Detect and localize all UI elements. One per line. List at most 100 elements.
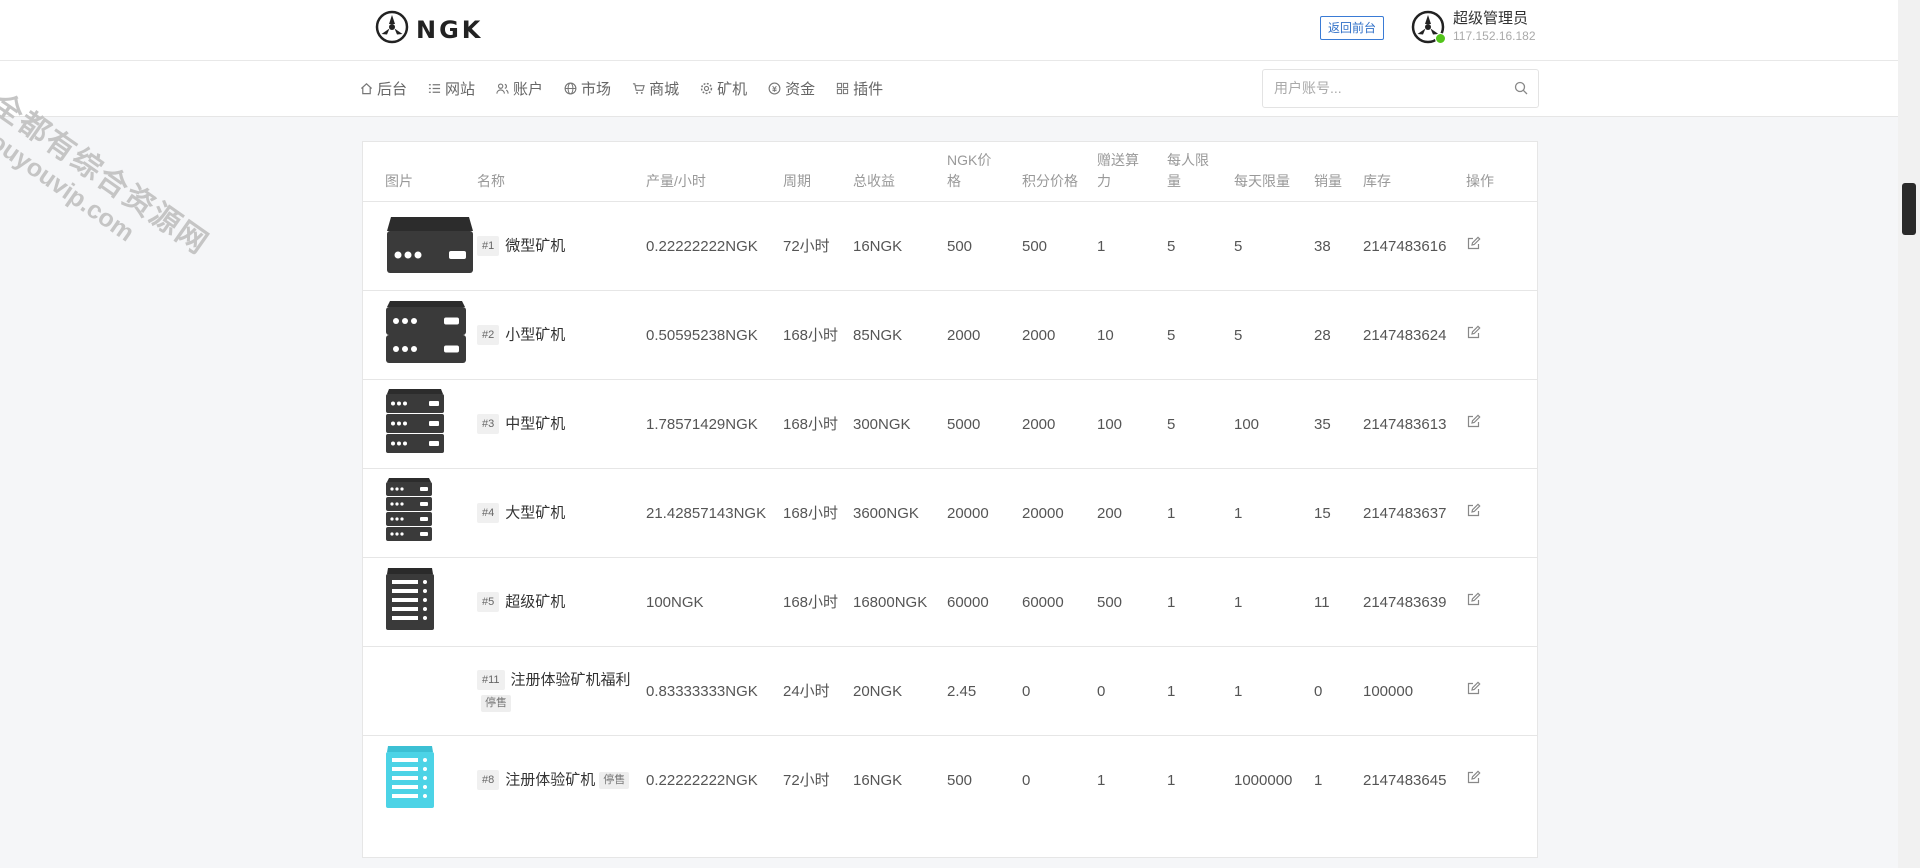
nav-item-miners[interactable]: 矿机 (700, 78, 747, 99)
coin-icon (768, 82, 781, 95)
table-row: #2 小型矿机 0.50595238NGK 168小时 85NGK 2000 2000 10 5… (363, 290, 1537, 380)
nav-item-label: 网站 (445, 81, 476, 98)
online-status-dot (1435, 33, 1446, 44)
cell-action (1466, 379, 1537, 469)
logo-icon (375, 10, 409, 49)
status-badge: 停售 (481, 694, 511, 712)
table-row: #5 超级矿机 100NGK 168小时 16800NGK 60000 60000 500 1 1… (363, 557, 1537, 647)
page-scrollbar[interactable] (1898, 0, 1920, 868)
cell-name: #5 超级矿机 (477, 557, 646, 647)
cell-output: 0.83333333NGK (646, 646, 783, 736)
cell-stock: 2147483645 (1363, 735, 1466, 824)
cell-output: 0.22222222NGK (646, 201, 783, 291)
main-nav-bar: 后台 网站 账户 市场 商城 矿机 资金 插件 (0, 61, 1920, 117)
cell-bonus: 1 (1097, 735, 1167, 824)
avatar[interactable] (1411, 10, 1446, 44)
edit-icon (1467, 324, 1481, 338)
column-header-name: 名称 (477, 173, 505, 189)
edit-icon (1467, 413, 1481, 427)
miner-image-super (385, 566, 435, 639)
table-header-row: 图片 名称 产量/小时 周期 总收益 NGK价格 积分价格 赠送算力 每人限量 … (363, 142, 1537, 202)
cell-total: 3600NGK (853, 468, 947, 558)
edit-button[interactable] (1466, 680, 1481, 696)
user-search-box (1262, 69, 1539, 108)
cell-per-day: 100 (1234, 379, 1314, 469)
column-header-stock: 库存 (1363, 173, 1391, 189)
nav-item-label: 后台 (377, 81, 408, 98)
edit-button[interactable] (1466, 769, 1481, 785)
cell-name: #4 大型矿机 (477, 468, 646, 558)
cell-per-day: 1 (1234, 557, 1314, 647)
nav-item-website[interactable]: 网站 (428, 78, 475, 99)
nav-item-label: 插件 (853, 81, 884, 98)
cell-ngk-price: 2000 (947, 290, 1022, 380)
cell-action (1466, 646, 1537, 736)
cell-ngk-price: 500 (947, 735, 1022, 824)
user-menu[interactable]: 超级管理员 117.152.16.182 (1411, 10, 1536, 44)
cell-period: 168小时 (783, 379, 853, 469)
nav-item-shop[interactable]: 商城 (632, 78, 679, 99)
cell-per-person: 1 (1167, 735, 1234, 824)
cell-image (363, 735, 477, 824)
cell-per-day: 5 (1234, 290, 1314, 380)
edit-icon (1467, 502, 1481, 516)
scrollbar-thumb[interactable] (1902, 183, 1916, 235)
cell-output: 1.78571429NGK (646, 379, 783, 469)
nav-item-accounts[interactable]: 账户 (496, 78, 543, 99)
miner-id-tag: #2 (477, 325, 500, 346)
cell-action (1466, 735, 1537, 824)
cell-image (363, 646, 477, 736)
main-nav: 后台 网站 账户 市场 商城 矿机 资金 插件 (360, 61, 904, 116)
back-to-frontend-button[interactable]: 返回前台 (1320, 16, 1385, 40)
table-row: #1 微型矿机 0.22222222NGK 72小时 16NGK 500 500 1 5 5 38 2… (363, 201, 1537, 291)
nav-item-funds[interactable]: 资金 (768, 78, 815, 99)
user-name: 超级管理员 (1453, 10, 1529, 27)
cell-bonus: 200 (1097, 468, 1167, 558)
cell-action (1466, 557, 1537, 647)
table-row: #4 大型矿机 21.42857143NGK 168小时 3600NGK 20000 200… (363, 468, 1537, 558)
miner-name: 大型矿机 (505, 504, 566, 522)
miner-id-tag: #4 (477, 503, 500, 524)
nav-item-dashboard[interactable]: 后台 (360, 78, 407, 99)
column-header-period: 周期 (783, 173, 811, 189)
cell-per-person: 1 (1167, 646, 1234, 736)
miner-id-tag: #5 (477, 592, 500, 613)
miner-name: 超级矿机 (505, 593, 566, 611)
brand-logo[interactable]: NGK (375, 10, 483, 49)
cell-ngk-price: 2.45 (947, 646, 1022, 736)
edit-button[interactable] (1466, 502, 1481, 518)
cell-per-person: 5 (1167, 290, 1234, 380)
miner-name: 小型矿机 (505, 326, 566, 344)
edit-button[interactable] (1466, 324, 1481, 340)
cell-sales: 38 (1314, 201, 1363, 291)
cell-stock: 2147483613 (1363, 379, 1466, 469)
cell-sales: 35 (1314, 379, 1363, 469)
nav-item-plugins[interactable]: 插件 (836, 78, 883, 99)
miner-id-tag: #3 (477, 414, 500, 435)
edit-button[interactable] (1466, 591, 1481, 607)
edit-button[interactable] (1466, 413, 1481, 429)
brand-name: NGK (416, 15, 484, 44)
nav-item-market[interactable]: 市场 (564, 78, 611, 99)
cell-per-day: 1 (1234, 468, 1314, 558)
cell-per-person: 5 (1167, 201, 1234, 291)
cell-total: 16NGK (853, 735, 947, 824)
cell-per-day: 1 (1234, 646, 1314, 736)
cell-total: 300NGK (853, 379, 947, 469)
user-search-input[interactable] (1263, 70, 1515, 105)
gear-icon (700, 82, 713, 95)
search-icon[interactable] (1514, 81, 1528, 95)
cell-output: 0.50595238NGK (646, 290, 783, 380)
edit-icon (1467, 235, 1481, 249)
list-icon (428, 84, 441, 93)
miner-table-body: #1 微型矿机 0.22222222NGK 72小时 16NGK 500 500 1 5 5 38 2… (363, 201, 1537, 824)
cell-ngk-price: 20000 (947, 468, 1022, 558)
cell-output: 21.42857143NGK (646, 468, 783, 558)
cell-bonus: 1 (1097, 201, 1167, 291)
cell-image (363, 379, 477, 469)
edit-button[interactable] (1466, 235, 1481, 251)
cell-bonus: 10 (1097, 290, 1167, 380)
cell-period: 168小时 (783, 557, 853, 647)
miner-id-tag: #11 (477, 669, 505, 690)
cell-sales: 0 (1314, 646, 1363, 736)
